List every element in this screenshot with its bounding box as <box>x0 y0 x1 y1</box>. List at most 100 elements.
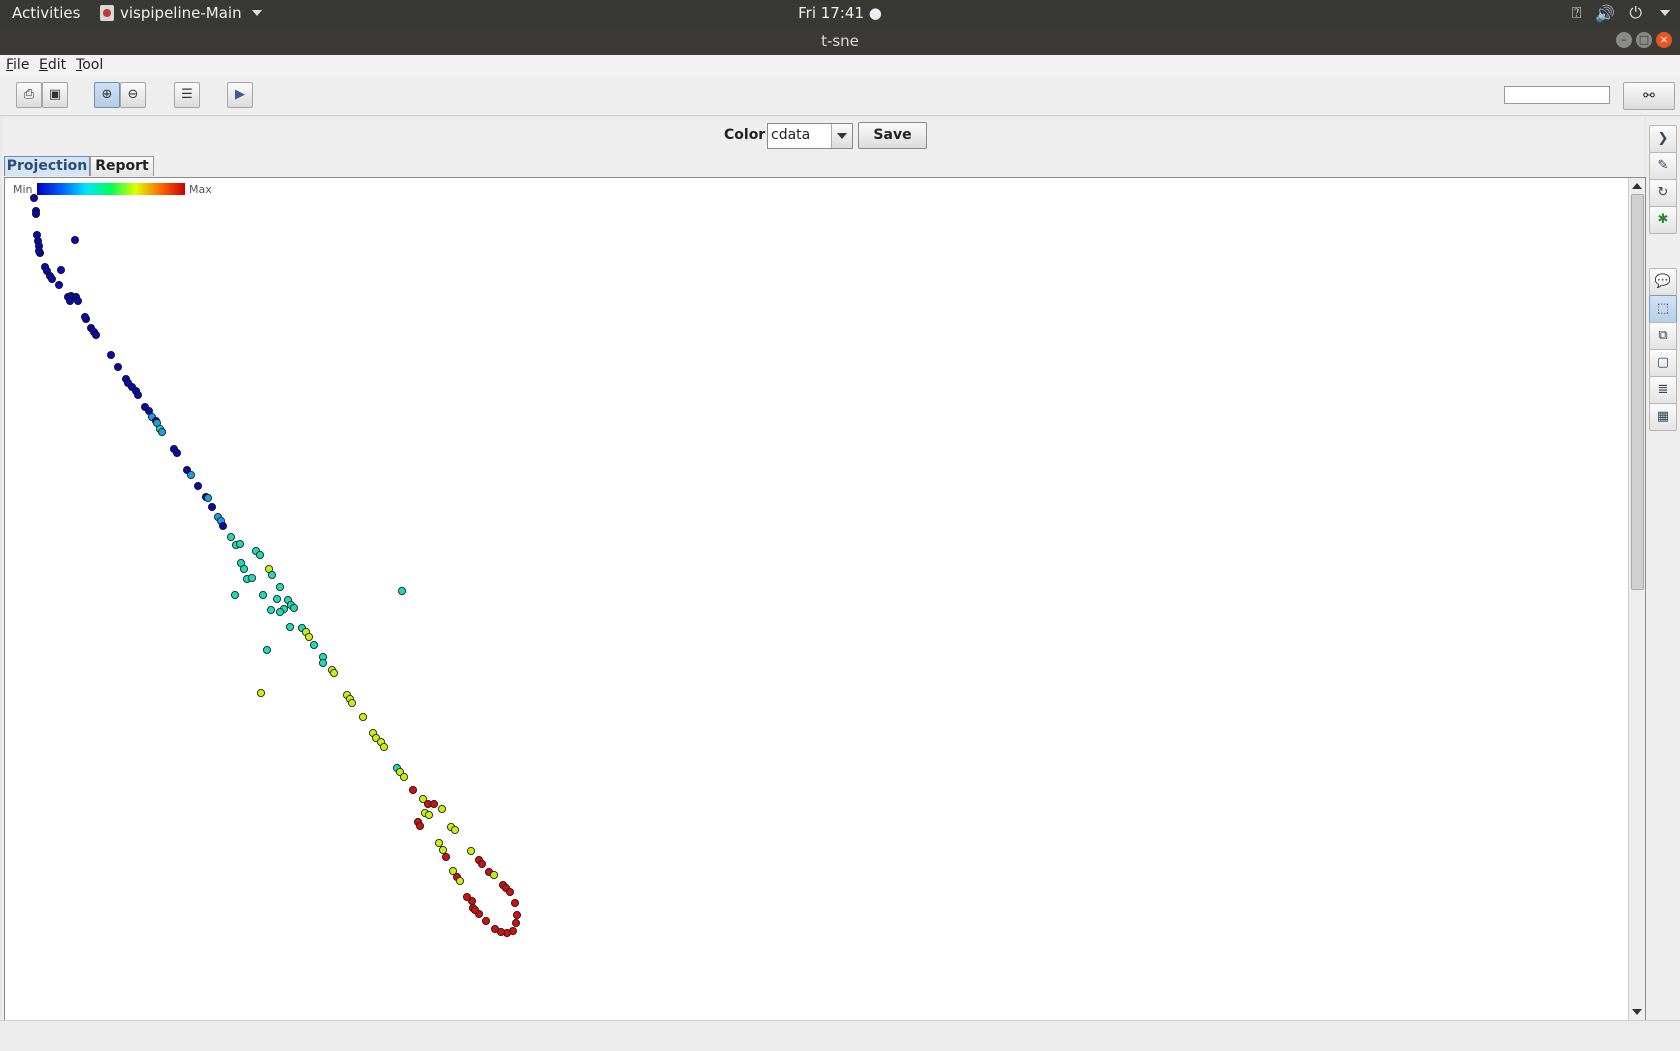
maximize-icon[interactable]: □ <box>1636 32 1652 48</box>
power-icon[interactable]: ⏻ <box>1629 3 1642 23</box>
open-button[interactable]: ⎙ <box>16 82 42 108</box>
zoom-out-button[interactable]: ⊖ <box>120 82 146 108</box>
list-view-button[interactable]: ≣ <box>1649 376 1677 404</box>
scatter-point[interactable] <box>512 911 521 920</box>
find-button[interactable]: ⚯ <box>1623 82 1675 110</box>
scatter-point[interactable] <box>218 521 227 530</box>
color-select[interactable]: cdata <box>767 123 853 149</box>
star-button[interactable]: ✱ <box>1649 206 1677 234</box>
scatter-point[interactable] <box>481 917 490 926</box>
chevron-down-icon[interactable] <box>831 124 852 148</box>
chevron-down-icon[interactable] <box>1660 10 1670 16</box>
scatter-point[interactable] <box>304 632 313 641</box>
comment-button[interactable]: 💬 <box>1649 268 1677 296</box>
scatter-point[interactable] <box>477 860 486 869</box>
scatter-point[interactable] <box>48 275 57 284</box>
save-button[interactable]: Save <box>858 122 927 149</box>
scatter-point[interactable] <box>272 594 281 603</box>
scatter-point[interactable] <box>285 622 294 631</box>
scatter-point[interactable] <box>347 699 356 708</box>
menu-file[interactable]: File <box>6 57 29 73</box>
scatter-point[interactable] <box>434 839 443 848</box>
scatter-point[interactable] <box>397 586 406 595</box>
volume-icon[interactable]: 🔊 <box>1595 4 1615 23</box>
scatter-point[interactable] <box>505 888 514 897</box>
scatter-point[interactable] <box>441 853 450 862</box>
scatter-point[interactable] <box>408 786 417 795</box>
scatter-point[interactable] <box>157 427 166 436</box>
run-button[interactable]: ▶ <box>227 82 253 108</box>
scatter-point[interactable] <box>466 847 475 856</box>
scatter-point[interactable] <box>470 906 479 915</box>
select-button[interactable]: ⬚ <box>1649 295 1677 323</box>
copy-button[interactable]: ⧉ <box>1649 322 1677 350</box>
scatter-points[interactable] <box>5 178 1625 1020</box>
scatter-point[interactable] <box>203 493 212 502</box>
system-tray[interactable]: ⍰ 🔊 ⏻ <box>1572 3 1670 23</box>
search-input[interactable] <box>1504 86 1610 104</box>
zoom-in-button[interactable]: ⊕ <box>94 82 120 108</box>
scatter-point[interactable] <box>438 846 447 855</box>
network-icon[interactable]: ⍰ <box>1572 3 1582 23</box>
menu-edit[interactable]: Edit <box>39 57 66 73</box>
scatter-point[interactable] <box>74 297 83 306</box>
scatter-point[interactable] <box>275 582 284 591</box>
scatter-point[interactable] <box>450 826 459 835</box>
scatter-point[interactable] <box>230 590 239 599</box>
list-button[interactable]: ☰ <box>174 82 200 108</box>
refresh-button[interactable]: ↻ <box>1649 179 1677 207</box>
scatter-point[interactable] <box>193 481 202 490</box>
tab-projection[interactable]: Projection <box>4 156 90 176</box>
scroll-down-icon[interactable] <box>1630 1005 1644 1019</box>
app-menu[interactable]: vispipeline-Main <box>100 4 262 22</box>
scatter-point[interactable] <box>455 877 464 886</box>
scatter-point[interactable] <box>424 811 433 820</box>
close-icon[interactable]: × <box>1656 32 1672 48</box>
save-file-button[interactable]: ▣ <box>42 82 68 108</box>
frame-button[interactable]: ▢ <box>1649 349 1677 377</box>
scatter-point[interactable] <box>399 773 408 782</box>
scatter-point[interactable] <box>133 390 142 399</box>
scatter-point[interactable] <box>235 539 244 548</box>
scatter-point[interactable] <box>490 925 499 934</box>
tab-report[interactable]: Report <box>90 156 154 176</box>
scroll-thumb[interactable] <box>1631 194 1644 590</box>
scatter-point[interactable] <box>57 266 66 275</box>
scatter-point[interactable] <box>186 470 195 479</box>
edit-button[interactable]: ✎ <box>1649 152 1677 180</box>
scatter-point[interactable] <box>289 603 298 612</box>
scatter-point[interactable] <box>239 564 248 573</box>
scroll-up-icon[interactable] <box>1630 179 1644 193</box>
scatter-point[interactable] <box>255 550 264 559</box>
scatter-point[interactable] <box>207 502 216 511</box>
activities-button[interactable]: Activities <box>12 4 80 22</box>
scatter-point[interactable] <box>55 281 64 290</box>
scatter-point[interactable] <box>266 605 275 614</box>
scatter-point[interactable] <box>510 899 519 908</box>
scatter-point[interactable] <box>226 532 235 541</box>
expand-button[interactable]: ❯ <box>1649 125 1677 153</box>
scatter-point[interactable] <box>66 297 75 306</box>
scatter-point[interactable] <box>34 247 43 256</box>
scatter-point[interactable] <box>81 312 90 321</box>
scatter-plot-area[interactable]: Min Max <box>4 177 1646 1021</box>
scatter-point[interactable] <box>92 330 101 339</box>
table-button[interactable]: ▦ <box>1649 403 1677 431</box>
scatter-point[interactable] <box>247 573 256 582</box>
scatter-point[interactable] <box>511 919 520 928</box>
scatter-point[interactable] <box>71 236 80 245</box>
scatter-point[interactable] <box>415 822 424 831</box>
scatter-point[interactable] <box>318 658 327 667</box>
scatter-point[interactable] <box>114 362 123 371</box>
scatter-point[interactable] <box>358 713 367 722</box>
scatter-point[interactable] <box>258 590 267 599</box>
scatter-point[interactable] <box>31 210 40 219</box>
scatter-point[interactable] <box>437 805 446 814</box>
menu-tool[interactable]: Tool <box>76 57 103 73</box>
scatter-point[interactable] <box>275 607 284 616</box>
scatter-point[interactable] <box>379 743 388 752</box>
scatter-point[interactable] <box>107 350 116 359</box>
scatter-point[interactable] <box>329 668 338 677</box>
scatter-point[interactable] <box>267 570 276 579</box>
scatter-point[interactable] <box>256 688 265 697</box>
